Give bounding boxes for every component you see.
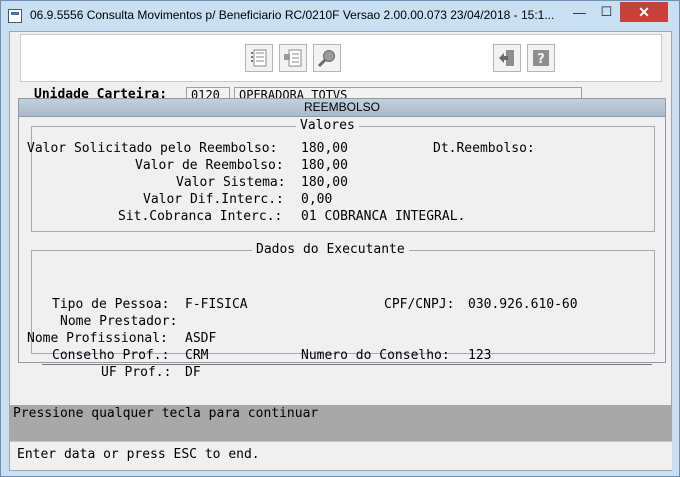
close-button[interactable]: ✕	[620, 2, 668, 22]
exit-button[interactable]	[493, 44, 521, 72]
list-icon	[251, 49, 267, 67]
reembolso-dialog: REEMBOLSO Valores Valor Solicitado pelo …	[18, 98, 666, 380]
window-title: 06.9.5556 Consulta Movimentos p/ Benefic…	[30, 8, 555, 22]
valor-solicitado-label: Valor Solicitado pelo Reembolso:	[27, 141, 278, 156]
toolbar: ?	[20, 34, 662, 82]
valor-dif-label: Valor Dif.Interc.:	[143, 192, 284, 207]
help-button[interactable]: ?	[527, 44, 555, 72]
tipo-pessoa-label: Tipo de Pessoa:	[52, 297, 170, 312]
cpf-label: CPF/CNPJ:	[384, 297, 455, 312]
executante-legend: Dados do Executante	[252, 242, 409, 257]
valor-reembolso-value: 180,00	[301, 158, 348, 173]
app-window: 06.9.5556 Consulta Movimentos p/ Benefic…	[0, 0, 680, 477]
valor-sistema-value: 180,00	[301, 175, 348, 190]
numero-conselho-label: Numero do Conselho:	[301, 348, 450, 363]
sit-cobranca-label: Sit.Cobranca Interc.:	[118, 209, 283, 224]
separator-line	[42, 364, 652, 365]
valor-solicitado-value: 180,00	[301, 141, 348, 156]
uf-value: DF	[185, 365, 201, 380]
valor-sistema-label: Valor Sistema:	[176, 175, 286, 190]
detail-list-button[interactable]	[279, 44, 307, 72]
valor-reembolso-label: Valor de Reembolso:	[135, 158, 284, 173]
app-icon	[8, 9, 22, 23]
conselho-value: CRM	[185, 348, 209, 363]
dialog-title: REEMBOLSO	[19, 99, 665, 117]
sit-cobranca-value: 01 COBRANCA INTEGRAL.	[301, 209, 466, 224]
conselho-label: Conselho Prof.:	[52, 348, 170, 363]
svg-text:?: ?	[537, 52, 545, 67]
minimize-button[interactable]: —	[566, 2, 593, 22]
uf-label: UF Prof.:	[101, 365, 172, 380]
nome-profissional-label: Nome Profissional:	[27, 331, 168, 346]
status-text: Enter data or press ESC to end.	[17, 447, 260, 462]
exit-door-icon	[499, 50, 514, 66]
valor-dif-value: 0,00	[301, 192, 333, 207]
nome-profissional-value: ASDF	[185, 331, 217, 346]
maximize-button[interactable]: ☐	[593, 2, 620, 22]
list-button[interactable]	[245, 44, 273, 72]
search-icon	[317, 50, 335, 68]
title-bar[interactable]: 06.9.5556 Consulta Movimentos p/ Benefic…	[1, 1, 679, 31]
search-button[interactable]	[313, 44, 341, 72]
nome-prestador-label: Nome Prestador:	[60, 314, 178, 329]
message-text: Pressione qualquer tecla para continuar	[13, 406, 319, 421]
numero-conselho-value: 123	[468, 348, 492, 363]
detail-list-icon	[284, 49, 302, 67]
valores-legend: Valores	[296, 118, 359, 133]
tipo-pessoa-value: F-FISICA	[185, 297, 248, 312]
help-icon: ?	[533, 50, 549, 67]
dt-reembolso-label: Dt.Reembolso:	[433, 141, 535, 156]
cpf-value: 030.926.610-60	[468, 297, 578, 312]
